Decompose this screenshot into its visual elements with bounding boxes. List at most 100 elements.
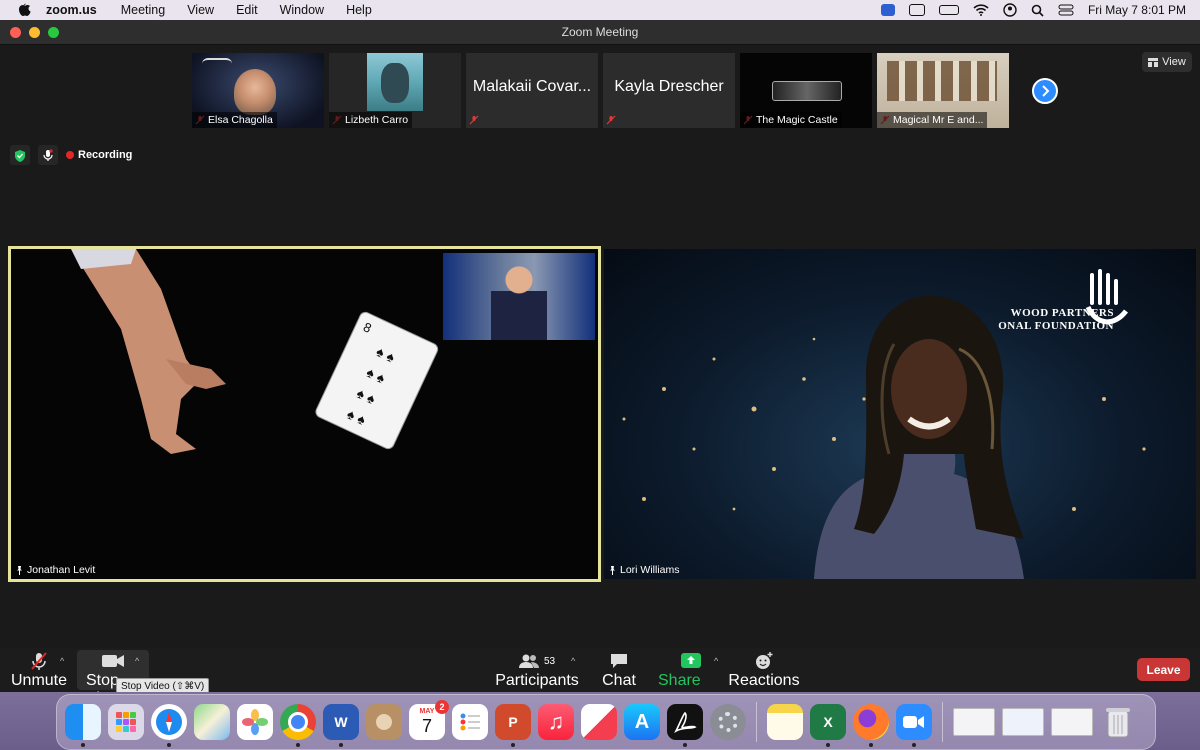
next-page-button[interactable] <box>1032 78 1058 104</box>
calendar-month: MAY <box>419 708 435 715</box>
minimize-window-button[interactable] <box>29 27 40 38</box>
participants-count: 53 <box>543 655 556 667</box>
zoom-window-button[interactable] <box>48 27 59 38</box>
contacts-icon[interactable] <box>366 704 402 740</box>
app-store-icon[interactable]: A <box>624 704 660 740</box>
system-preferences-icon[interactable] <box>710 704 746 740</box>
menu-edit[interactable]: Edit <box>236 3 258 17</box>
news-icon[interactable] <box>581 704 617 740</box>
video-tile-jonathan[interactable]: 8 ♠ ♠ ♠ ♠ ♠ ♠ ♠ ♠ Jonathan Levit <box>8 246 601 582</box>
user-icon[interactable] <box>1003 3 1017 17</box>
audio-options-caret-icon[interactable]: ^ <box>60 656 64 666</box>
menu-view[interactable]: View <box>187 3 214 17</box>
logo-mark <box>202 58 232 70</box>
menu-help[interactable]: Help <box>346 3 372 17</box>
gallery-strip: Elsa Chagolla Lizbeth Carro Malakaii Cov… <box>192 53 1009 128</box>
dock-separator <box>942 702 943 742</box>
participant-thumb-elsa[interactable]: Elsa Chagolla <box>192 53 324 128</box>
maps-icon[interactable] <box>194 704 230 740</box>
acrobat-icon[interactable] <box>667 704 703 747</box>
running-indicator <box>912 743 916 747</box>
spotlight-search-icon[interactable] <box>1031 4 1044 17</box>
audio-status-icon[interactable] <box>38 145 58 165</box>
reactions-button[interactable]: Reactions <box>728 652 800 690</box>
window-title: Zoom Meeting <box>561 25 639 39</box>
participants-icon <box>518 654 539 668</box>
music-icon[interactable]: ♫ <box>538 704 574 740</box>
control-center-icon[interactable] <box>1058 4 1074 16</box>
chevron-right-icon <box>1042 85 1050 97</box>
participant-name: The Magic Castle <box>740 112 842 128</box>
launchpad-icon[interactable] <box>108 704 144 740</box>
participant-avatar-figure <box>381 63 409 103</box>
video-tile-lori[interactable]: WOOD PARTNERS ONAL FOUNDATION Lori Willi… <box>604 249 1196 579</box>
traffic-lights <box>10 27 59 38</box>
unmute-button[interactable]: Unmute <box>11 652 67 690</box>
wifi-icon[interactable] <box>973 4 989 16</box>
chat-button[interactable]: Chat <box>602 652 636 690</box>
trash-icon[interactable] <box>1100 704 1136 740</box>
video-label: Lori Williams <box>608 564 680 576</box>
participant-thumb-magic-castle[interactable]: The Magic Castle <box>740 53 872 128</box>
participant-name: Magical Mr E and... <box>877 112 988 128</box>
menu-bar: zoom.us Meeting View Edit Window Help Fr… <box>0 0 1200 20</box>
photos-icon[interactable] <box>237 704 273 740</box>
safari-icon[interactable] <box>151 704 187 747</box>
video-options-caret-icon[interactable]: ^ <box>135 656 139 666</box>
firefox-icon[interactable] <box>853 704 889 747</box>
participants-options-caret-icon[interactable]: ^ <box>571 656 575 666</box>
participant-display-name: Kayla Drescher <box>614 78 724 95</box>
participant-thumb-lizbeth[interactable]: Lizbeth Carro <box>329 53 461 128</box>
apple-menu-icon[interactable] <box>16 2 32 18</box>
video-camera-icon <box>102 655 124 667</box>
word-icon[interactable]: W <box>323 704 359 747</box>
menu-window[interactable]: Window <box>280 3 324 17</box>
running-indicator <box>683 743 687 747</box>
smiley-reaction-icon <box>756 652 773 669</box>
minimized-window-3-icon[interactable] <box>1051 708 1093 736</box>
leave-button[interactable]: Leave <box>1137 658 1190 681</box>
reactions-label: Reactions <box>728 672 800 689</box>
unmute-label: Unmute <box>10 672 68 689</box>
wall-frames <box>887 61 997 101</box>
dock: W MAY 7 2 P ♫ A X <box>56 694 1156 750</box>
participant-thumb-kayla[interactable]: Kayla Drescher <box>603 53 735 128</box>
participant-thumb-malakaii[interactable]: Malakaii Covar... <box>466 53 598 128</box>
close-window-button[interactable] <box>10 27 21 38</box>
zoom-app-icon[interactable] <box>896 704 932 747</box>
participant-name: Lizbeth Carro <box>329 112 413 128</box>
recording-dot-icon <box>66 151 74 159</box>
zoom-status-icon[interactable] <box>880 4 895 16</box>
minimized-window-1-icon[interactable] <box>953 708 995 736</box>
participant-name: Jonathan Levit <box>27 564 96 576</box>
calendar-icon[interactable]: MAY 7 2 <box>409 700 449 740</box>
pin-icon <box>610 565 615 575</box>
participants-label: Participants <box>495 672 579 689</box>
excel-icon[interactable]: X <box>810 704 846 747</box>
muted-mic-icon <box>31 652 47 670</box>
powerpoint-icon[interactable]: P <box>495 704 531 747</box>
participants-button[interactable]: 53 Participants <box>495 652 579 690</box>
menu-meeting[interactable]: Meeting <box>121 3 165 17</box>
battery-icon[interactable] <box>938 5 959 15</box>
encryption-shield-icon[interactable] <box>10 145 30 165</box>
recording-indicator[interactable]: Recording <box>66 149 132 161</box>
finder-icon[interactable] <box>65 704 101 747</box>
view-button[interactable]: View <box>1142 52 1192 72</box>
menu-app-name[interactable]: zoom.us <box>46 3 97 17</box>
chrome-icon[interactable] <box>280 704 316 747</box>
menubar-clock[interactable]: Fri May 7 8:01 PM <box>1088 3 1186 17</box>
keyboard-icon[interactable] <box>908 4 925 16</box>
minimized-window-2-icon[interactable] <box>1002 708 1044 736</box>
participant-avatar-video <box>234 69 276 115</box>
grid-view-icon <box>1148 57 1159 67</box>
share-options-caret-icon[interactable]: ^ <box>714 656 718 666</box>
running-indicator <box>81 743 85 747</box>
meeting-status-bar: Recording <box>10 145 132 165</box>
muted-mic-icon <box>606 115 616 125</box>
reminders-icon[interactable] <box>452 704 488 740</box>
participant-thumb-magical-mr-e[interactable]: Magical Mr E and... <box>877 53 1009 128</box>
pip-video-magician[interactable] <box>443 253 595 340</box>
notes-icon[interactable] <box>767 704 803 740</box>
calendar-badge: 2 <box>435 700 449 714</box>
